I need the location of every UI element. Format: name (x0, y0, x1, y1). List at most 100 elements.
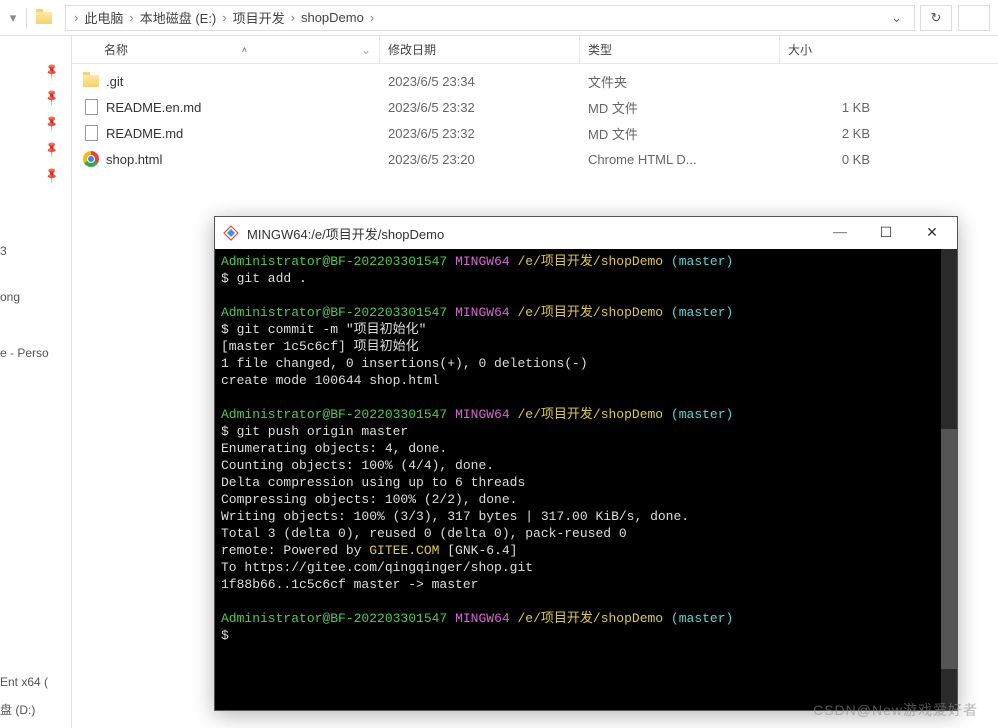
terminal-line: Delta compression using up to 6 threads (221, 474, 951, 491)
prompt-path: /e/项目开发/shopDemo (517, 254, 663, 269)
sidebar-item[interactable]: 盘 (D:) (0, 695, 52, 724)
file-row[interactable]: .git 2023/6/5 23:34 文件夹 (72, 68, 998, 94)
tab-drop-icon[interactable]: ▾ (8, 10, 18, 26)
file-name: README.md (106, 126, 183, 141)
chrome-icon (82, 150, 100, 168)
prompt-env: MINGW64 (455, 254, 510, 269)
pin-row[interactable]: 📌 (0, 110, 71, 136)
column-date[interactable]: 修改日期 (380, 36, 580, 63)
prompt-branch: (master) (671, 611, 733, 626)
file-size: 2 KB (780, 126, 910, 141)
prompt-user: Administrator@BF-202203301547 (221, 305, 447, 320)
file-row[interactable]: shop.html 2023/6/5 23:20 Chrome HTML D..… (72, 146, 998, 172)
sidebar: 📌 📌 📌 📌 📌 3 ong e - Perso (0, 36, 72, 728)
terminal-body[interactable]: Administrator@BF-202203301547 MINGW64 /e… (215, 249, 957, 710)
chevron-right-icon[interactable]: › (72, 10, 80, 25)
prompt-path: /e/项目开发/shopDemo (517, 611, 663, 626)
chevron-right-icon[interactable]: › (289, 10, 297, 25)
prompt-path: /e/项目开发/shopDemo (517, 407, 663, 422)
terminal-line: 1 file changed, 0 insertions(+), 0 delet… (221, 355, 951, 372)
close-button[interactable]: ✕ (909, 218, 955, 248)
column-type[interactable]: 类型 (580, 36, 780, 63)
prompt-user: Administrator@BF-202203301547 (221, 254, 447, 269)
file-icon (82, 98, 100, 116)
file-date: 2023/6/5 23:32 (380, 100, 580, 115)
terminal-line: $ git commit -m "项目初始化" (221, 321, 951, 338)
column-label: 名称 (104, 41, 128, 58)
terminal-line: [master 1c5c6cf] 项目初始化 (221, 338, 951, 355)
prompt-user: Administrator@BF-202203301547 (221, 611, 447, 626)
prompt-branch: (master) (671, 305, 733, 320)
breadcrumb-item[interactable]: shopDemo (297, 10, 368, 25)
folder-icon (35, 9, 53, 27)
file-date: 2023/6/5 23:20 (380, 152, 580, 167)
terminal-line: To https://gitee.com/qingqinger/shop.git (221, 559, 951, 576)
prompt-env: MINGW64 (455, 407, 510, 422)
terminal-line: Counting objects: 100% (4/4), done. (221, 457, 951, 474)
file-name: README.en.md (106, 100, 201, 115)
file-date: 2023/6/5 23:32 (380, 126, 580, 141)
terminal-line: 1f88b66..1c5c6cf master -> master (221, 576, 951, 593)
file-size: 0 KB (780, 152, 910, 167)
pin-row[interactable]: 📌 (0, 136, 71, 162)
address-bar: ▾ › 此电脑 › 本地磁盘 (E:) › 项目开发 › shopDemo › … (0, 0, 998, 36)
scrollbar-thumb[interactable] (941, 429, 957, 669)
sidebar-item[interactable]: ong (0, 284, 71, 310)
chevron-right-icon[interactable]: › (127, 10, 135, 25)
terminal-titlebar[interactable]: MINGW64:/e/项目开发/shopDemo — ☐ ✕ (215, 217, 957, 249)
file-type: 文件夹 (580, 72, 780, 91)
file-name: .git (106, 74, 123, 89)
pin-row[interactable]: 📌 (0, 84, 71, 110)
sidebar-item[interactable]: Ent x64 ( (0, 669, 52, 695)
column-size[interactable]: 大小 (780, 36, 910, 63)
file-row[interactable]: README.md 2023/6/5 23:32 MD 文件 2 KB (72, 120, 998, 146)
file-icon (82, 124, 100, 142)
prompt-env: MINGW64 (455, 611, 510, 626)
pin-icon: 📌 (43, 114, 62, 133)
pin-row[interactable]: 📌 (0, 58, 71, 84)
refresh-button[interactable]: ↻ (920, 5, 952, 31)
pin-icon: 📌 (43, 88, 62, 107)
file-name: shop.html (106, 152, 162, 167)
maximize-button[interactable]: ☐ (863, 218, 909, 248)
column-label: 类型 (588, 41, 612, 58)
chevron-right-icon[interactable]: › (220, 10, 228, 25)
file-type: Chrome HTML D... (580, 152, 780, 167)
search-box[interactable] (958, 5, 990, 31)
watermark: CSDN@New游戏爱好者 (813, 700, 978, 720)
file-type: MD 文件 (580, 124, 780, 143)
terminal-line: $ git push origin master (221, 423, 951, 440)
column-name[interactable]: 名称 ˄ ⌄ (72, 36, 380, 63)
terminal-line: Compressing objects: 100% (2/2), done. (221, 491, 951, 508)
breadcrumb[interactable]: › 此电脑 › 本地磁盘 (E:) › 项目开发 › shopDemo › ⌄ (65, 5, 915, 31)
folder-icon (82, 72, 100, 90)
file-list: .git 2023/6/5 23:34 文件夹 README.en.md 202… (72, 64, 998, 176)
pin-icon: 📌 (43, 166, 62, 185)
sidebar-item[interactable]: 3 (0, 238, 71, 264)
file-date: 2023/6/5 23:34 (380, 74, 580, 89)
terminal-line: Enumerating objects: 4, done. (221, 440, 951, 457)
column-headers: 名称 ˄ ⌄ 修改日期 类型 大小 (72, 36, 998, 64)
sort-asc-icon: ˄ (242, 45, 247, 55)
terminal-line: remote: Powered by GITEE.COM [GNK-6.4] (221, 542, 951, 559)
prompt-branch: (master) (671, 254, 733, 269)
pin-icon: 📌 (43, 140, 62, 159)
file-row[interactable]: README.en.md 2023/6/5 23:32 MD 文件 1 KB (72, 94, 998, 120)
breadcrumb-item[interactable]: 项目开发 (229, 8, 289, 27)
prompt-env: MINGW64 (455, 305, 510, 320)
pin-row[interactable]: 📌 (0, 162, 71, 188)
history-drop-icon[interactable]: ⌄ (885, 10, 908, 26)
breadcrumb-item[interactable]: 本地磁盘 (E:) (136, 8, 221, 27)
column-label: 修改日期 (388, 41, 436, 58)
column-drop-icon[interactable]: ⌄ (361, 43, 371, 57)
prompt-user: Administrator@BF-202203301547 (221, 407, 447, 422)
terminal-line: Total 3 (delta 0), reused 0 (delta 0), p… (221, 525, 951, 542)
breadcrumb-item[interactable]: 此电脑 (80, 8, 127, 27)
chevron-right-icon[interactable]: › (368, 10, 376, 25)
sidebar-item[interactable]: e - Perso (0, 340, 71, 366)
terminal-title: MINGW64:/e/项目开发/shopDemo (247, 224, 817, 243)
minimize-button[interactable]: — (817, 218, 863, 248)
prompt-branch: (master) (671, 407, 733, 422)
terminal-line: $ (221, 627, 951, 644)
prompt-path: /e/项目开发/shopDemo (517, 305, 663, 320)
